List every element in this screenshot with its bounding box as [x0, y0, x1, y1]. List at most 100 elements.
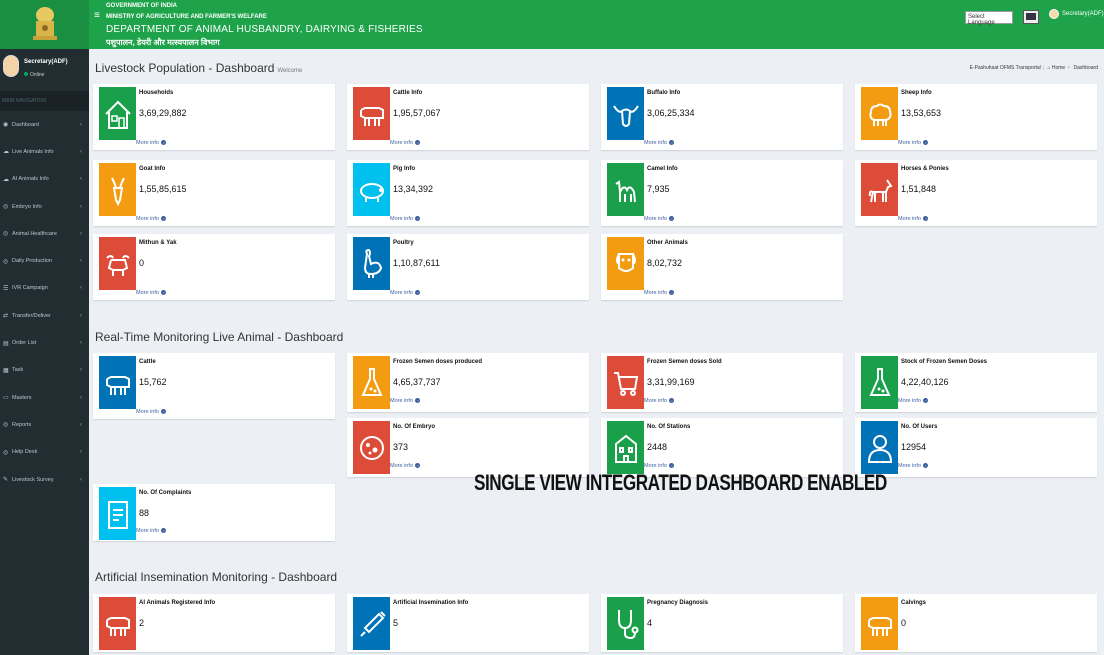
card-value: 13,53,653	[901, 108, 942, 118]
more-info-link[interactable]: More info ›	[898, 398, 929, 404]
complaints-card: No. Of Complaints 88 More info ›	[93, 484, 335, 541]
users-card: No. Of Users 12954 More info ›	[855, 418, 1097, 477]
sidebar-item-healthcare[interactable]: ◎ Animal Healthcare ‹	[0, 220, 89, 247]
cow-icon	[861, 597, 898, 650]
sidebar-item-livestock-survey[interactable]: ✎ Livestock Survey ‹	[0, 466, 89, 493]
sidebar-item-ai-animals[interactable]: ☁ AI Animals Info ‹	[0, 166, 89, 193]
chevron-left-icon: ‹	[80, 121, 82, 128]
households-card: Households 3,69,29,882 More info ›	[93, 84, 335, 150]
cattle-info-card: Cattle Info 1,95,57,067 More info ›	[347, 84, 589, 150]
chevron-left-icon: ‹	[80, 421, 82, 428]
online-status: Online	[24, 72, 44, 78]
monitor-icon[interactable]	[1023, 10, 1039, 24]
sidebar-item-transfer[interactable]: ⇄ Transfer/Deliver ‹	[0, 302, 89, 329]
card-value: 2448	[647, 442, 668, 452]
rt-cattle-card: Cattle 15,762 More info ›	[93, 353, 335, 419]
more-info-link[interactable]: More info ›	[390, 140, 421, 146]
more-info-link[interactable]: More info ›	[898, 463, 929, 469]
card-label: Calvings	[901, 600, 927, 606]
arrow-circle-icon: ›	[415, 398, 421, 403]
sidebar-item-embryo[interactable]: ◎ Embryo Info ‹	[0, 193, 89, 220]
card-label: Pig Info	[393, 166, 415, 172]
other-animals-card: Other Animals 8,02,732 More info ›	[601, 234, 843, 300]
chevron-left-icon: ‹	[80, 230, 82, 237]
poultry-icon	[353, 237, 390, 290]
sidebar-item-order-list[interactable]: ▤ Order List ‹	[0, 329, 89, 356]
more-info-link[interactable]: More info ›	[644, 216, 675, 222]
sidebar-item-reports[interactable]: ◎ Reports ‹	[0, 411, 89, 438]
arrow-circle-icon: ›	[415, 216, 421, 221]
chevron-left-icon: ‹	[80, 285, 82, 292]
circle-icon: ◎	[3, 258, 9, 265]
card-value: 1,51,848	[901, 184, 937, 194]
ai-registered-card: AI Animals Registered Info 2	[93, 594, 335, 652]
more-info-link[interactable]: More info ›	[136, 140, 167, 146]
more-info-link[interactable]: More info ›	[644, 398, 675, 404]
card-label: Camel Info	[647, 166, 678, 172]
gov-title: GOVERNMENT OF INDIA	[106, 3, 178, 9]
breadcrumb-portal[interactable]: E-Pashuhaat OFMS Transportal	[970, 65, 1041, 71]
integrated-dashboard-banner: SINGLE VIEW INTEGRATED DASHBOARD ENABLED	[474, 470, 887, 495]
sidebar-item-task[interactable]: ▦ Task ‹	[0, 357, 89, 384]
more-info-link[interactable]: More info ›	[644, 290, 675, 296]
card-label: Sheep Info	[901, 90, 932, 96]
sidebar-item-dashboard[interactable]: ◉ Dashboard ‹	[0, 111, 89, 138]
cow-icon	[353, 87, 390, 140]
house-icon	[99, 87, 136, 140]
sheep-info-card: Sheep Info 13,53,653 More info ›	[855, 84, 1097, 150]
department-title: DEPARTMENT OF ANIMAL HUSBANDRY, DAIRYING…	[106, 24, 423, 35]
more-info-link[interactable]: More info ›	[136, 409, 167, 415]
card-label: Households	[139, 90, 174, 96]
sidebar-menu: ◉ Dashboard ‹ ☁ Live Animals Info ‹ ☁ AI Anim…	[0, 111, 89, 493]
chevron-left-icon: ‹	[80, 394, 82, 401]
card-value: 4,22,40,126	[901, 377, 949, 387]
home-icon[interactable]: ⌂	[1047, 65, 1050, 71]
emblem-logo[interactable]	[0, 0, 89, 49]
language-select[interactable]: Select Language	[965, 11, 1013, 26]
more-info-link[interactable]: More info ›	[390, 290, 421, 296]
card-label: No. Of Users	[901, 424, 938, 430]
chevron-left-icon: ‹	[80, 340, 82, 347]
more-info-link[interactable]: More info ›	[644, 140, 675, 146]
stations-card: No. Of Stations 2448 More info ›	[601, 418, 843, 477]
sidebar-toggle-icon[interactable]: ≡	[94, 10, 100, 21]
more-info-link[interactable]: More info ›	[898, 140, 929, 146]
chevron-left-icon: ‹	[80, 476, 82, 483]
arrow-circle-icon: ›	[669, 398, 675, 403]
embryo-card: No. Of Embryo 373 More info ›	[347, 418, 589, 477]
buffalo-info-card: Buffalo Info 3,06,25,334 More info ›	[601, 84, 843, 150]
more-info-link[interactable]: More info ›	[390, 398, 421, 404]
card-value: 4,65,37,737	[393, 377, 441, 387]
flask-icon	[353, 356, 390, 409]
more-info-link[interactable]: More info ›	[898, 216, 929, 222]
more-info-link[interactable]: More info ›	[390, 463, 421, 469]
sidebar-item-daily-production[interactable]: ◎ Daily Production ‹	[0, 247, 89, 274]
card-value: 2	[139, 618, 145, 628]
breadcrumb-home[interactable]: Home	[1052, 65, 1065, 71]
sidebar-item-help-desk[interactable]: ◎ Help Desk ‹	[0, 439, 89, 466]
emblem-icon	[32, 6, 57, 40]
card-label: Buffalo Info	[647, 90, 681, 96]
horse-icon	[861, 163, 898, 216]
more-info-link[interactable]: More info ›	[136, 528, 167, 534]
sheep-icon	[861, 87, 898, 140]
card-value: 3,06,25,334	[647, 108, 695, 118]
card-value: 5	[393, 618, 399, 628]
more-info-link[interactable]: More info ›	[390, 216, 421, 222]
circle-icon: ◎	[3, 449, 9, 456]
sidebar-item-ivr-campaign[interactable]: ☰ IVR Campaign ‹	[0, 275, 89, 302]
more-info-link[interactable]: More info ›	[644, 463, 675, 469]
more-info-link[interactable]: More info ›	[136, 216, 167, 222]
sidebar-item-live-animals[interactable]: ☁ Live Animals Info ‹	[0, 138, 89, 165]
cloud-icon: ☁	[3, 149, 9, 156]
sidebar-item-masters[interactable]: ▭ Masters ‹	[0, 384, 89, 411]
card-label: Cattle	[139, 359, 156, 365]
ai-info-card: Artificial Insemination Info 5	[347, 594, 589, 652]
chevron-left-icon: ‹	[80, 148, 82, 155]
card-value: 0	[139, 258, 145, 268]
card-label: Other Animals	[647, 240, 688, 246]
user-menu[interactable]: Secretary(ADF)	[1049, 9, 1104, 19]
more-info-link[interactable]: More info ›	[136, 290, 167, 296]
card-value: 8,02,732	[647, 258, 683, 268]
department-hindi-title: पशुपालन, डेयरी और मत्स्यपालन विभाग	[106, 38, 220, 47]
